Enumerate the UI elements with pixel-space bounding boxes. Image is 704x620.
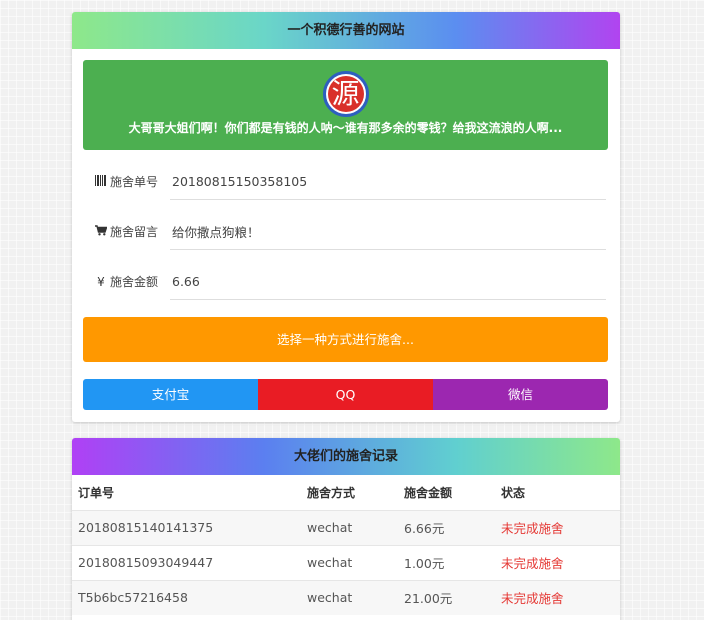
cart-icon (94, 214, 108, 250)
pay-button-group: 支付宝 QQ 微信 (83, 379, 608, 410)
donation-panel: 一个积德行善的网站 源 大哥哥大姐们啊！你们都是有钱的人呐～谁有那多余的零钱？给… (72, 12, 620, 422)
cell-order-no: 20180815140141375 (72, 509, 307, 545)
cell-method: wechat (307, 509, 404, 545)
order-no-row: 施舍单号 (94, 164, 608, 200)
yen-icon: ¥ (97, 275, 105, 289)
column-header-amount: 施舍金额 (404, 485, 453, 500)
logo-character: 源 (327, 76, 364, 112)
wechat-pay-button[interactable]: 微信 (433, 379, 608, 410)
barcode-icon (94, 164, 108, 200)
column-header-order-no: 订单号 (78, 485, 115, 500)
message-label: 施舍留言 (94, 214, 162, 250)
cell-method: wechat (307, 544, 404, 580)
pay-method-prompt: 选择一种方式进行施舍... (83, 317, 608, 362)
column-header-method: 施舍方式 (307, 485, 356, 500)
order-no-input[interactable] (170, 164, 606, 200)
amount-label-text: 施舍金额 (110, 275, 159, 289)
records-panel: 大佬们的施舍记录 订单号 施舍方式 施舍金额 状态 20180815140141… (72, 438, 620, 620)
cell-status: 未完成施舍 (501, 579, 620, 615)
site-logo: 源 (322, 71, 369, 117)
donation-panel-title: 一个积德行善的网站 (72, 12, 620, 49)
cell-order-no: T5b6bc57216458 (72, 579, 307, 615)
table-header-row: 订单号 施舍方式 施舍金额 状态 (72, 475, 620, 510)
beg-banner: 源 大哥哥大姐们啊！你们都是有钱的人呐～谁有那多余的零钱？给我这流浪的人啊... (83, 60, 608, 150)
cell-amount: 21.00元 (404, 579, 501, 615)
cell-status: 未完成施舍 (501, 544, 620, 580)
alipay-button[interactable]: 支付宝 (83, 379, 258, 410)
column-header-status: 状态 (501, 485, 526, 500)
table-row: 20180815140141375 wechat 6.66元 未完成施舍 (72, 509, 620, 545)
cell-method: wechat (307, 579, 404, 615)
order-no-label-text: 施舍单号 (110, 175, 159, 189)
table-row: 20180815093049447 wechat 1.00元 未完成施舍 (72, 544, 620, 580)
banner-message: 大哥哥大姐们啊！你们都是有钱的人呐～谁有那多余的零钱？给我这流浪的人啊... (128, 121, 563, 135)
cell-amount: 6.66元 (404, 509, 501, 545)
cell-amount: 1.00元 (404, 544, 501, 580)
amount-row: ¥ 施舍金额 (94, 264, 608, 300)
records-table: 订单号 施舍方式 施舍金额 状态 20180815140141375 wecha… (72, 475, 620, 615)
table-row: T5b6bc57216458 wechat 21.00元 未完成施舍 (72, 579, 620, 615)
cell-order-no: 20180815093049447 (72, 544, 307, 580)
order-no-label: 施舍单号 (94, 164, 162, 200)
message-input[interactable] (170, 214, 606, 250)
amount-input[interactable] (170, 264, 606, 300)
message-label-text: 施舍留言 (110, 225, 159, 239)
message-row: 施舍留言 (94, 214, 608, 250)
amount-label: ¥ 施舍金额 (94, 264, 162, 300)
records-panel-title: 大佬们的施舍记录 (72, 438, 620, 475)
qq-pay-button[interactable]: QQ (258, 379, 433, 410)
cell-status: 未完成施舍 (501, 509, 620, 545)
